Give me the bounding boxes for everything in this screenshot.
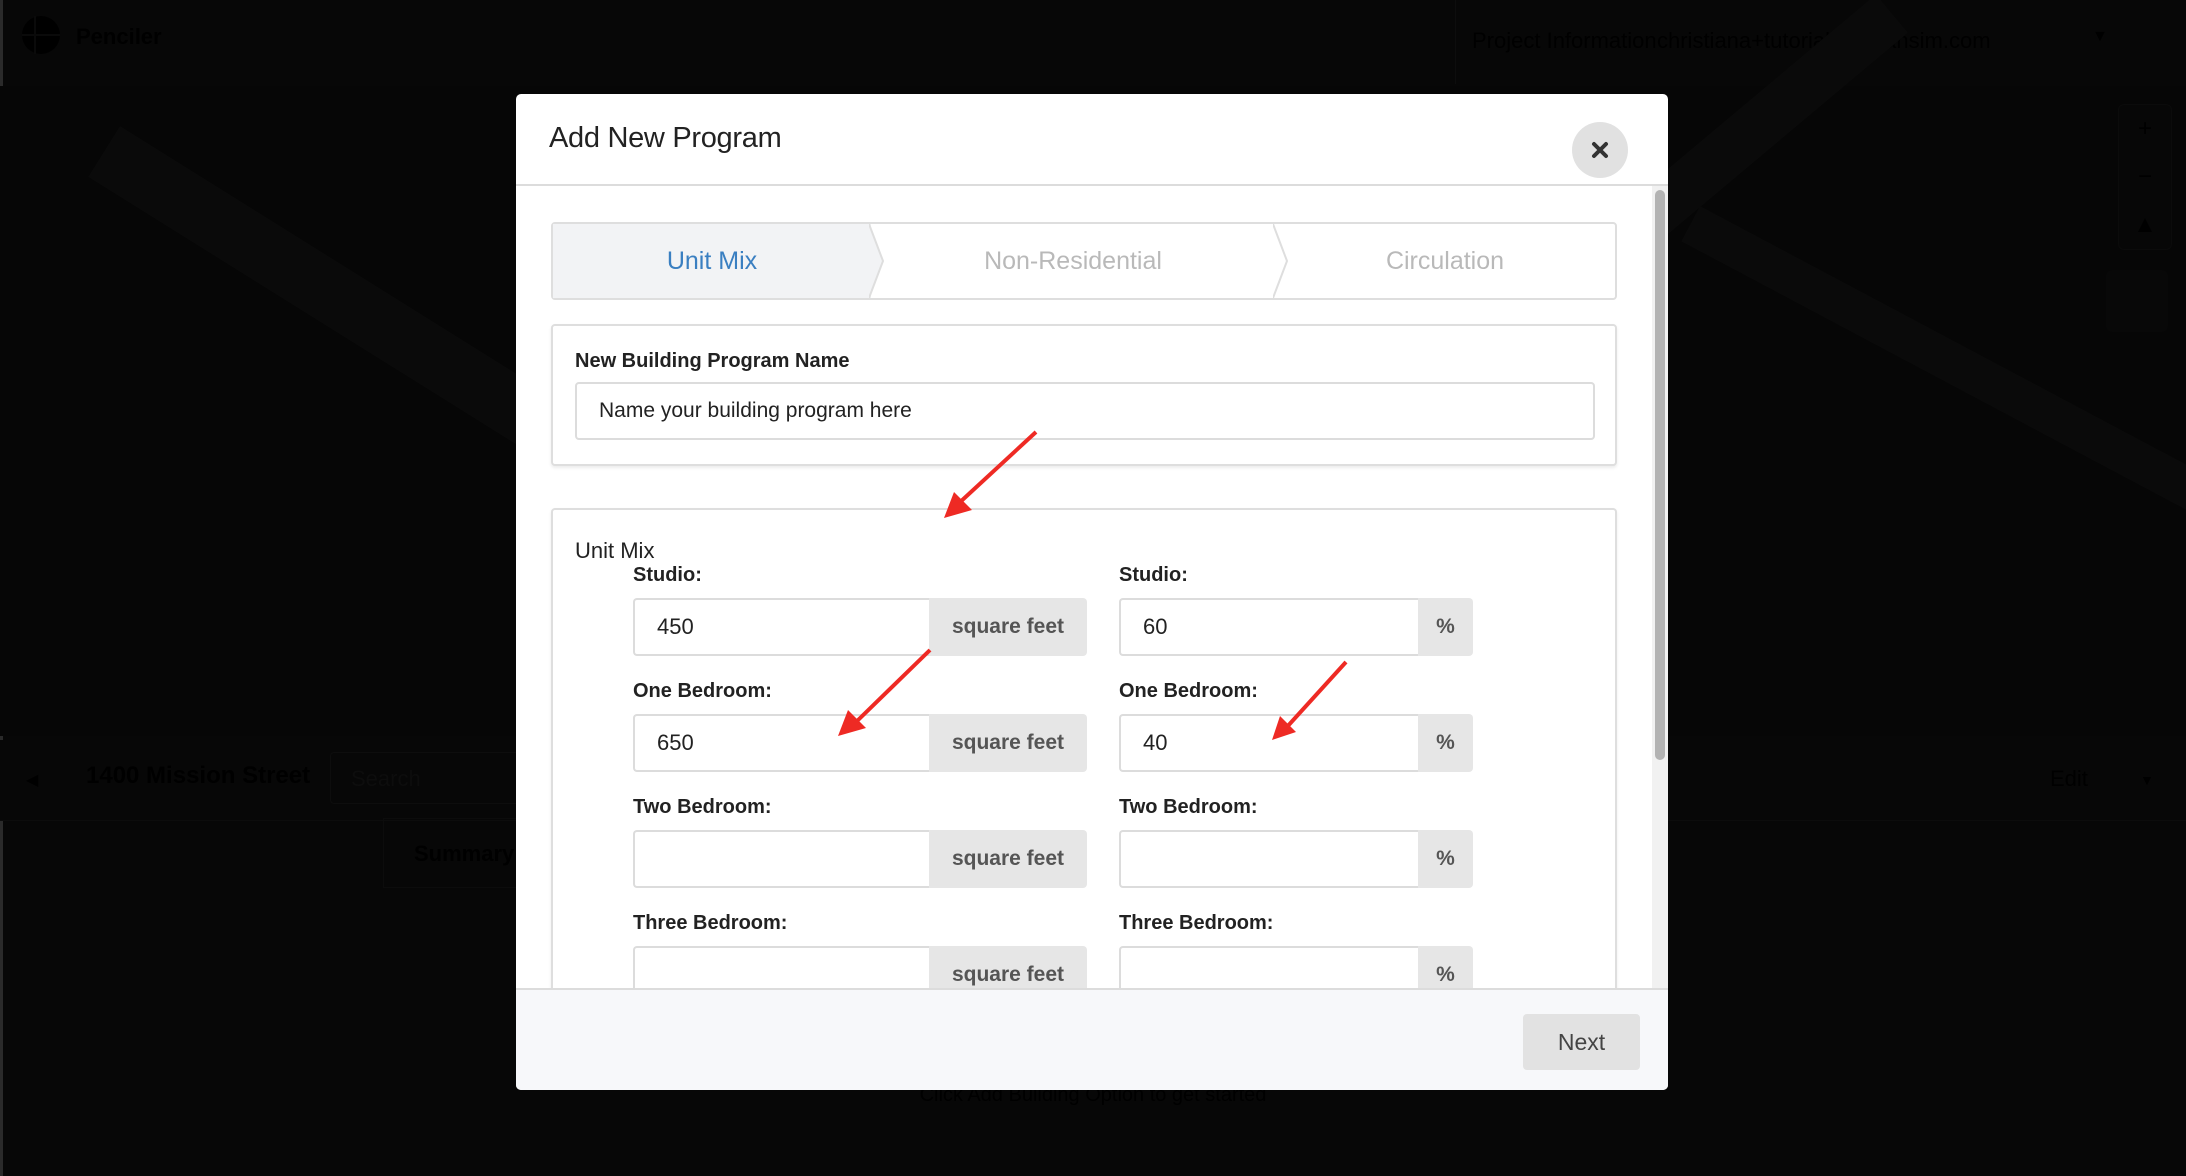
- tab-label: Unit Mix: [666, 246, 758, 275]
- program-name-card: New Building Program Name: [551, 324, 1617, 466]
- percent-addon: %: [1418, 598, 1473, 656]
- layers-icon[interactable]: [2106, 270, 2168, 332]
- percent-addon: %: [1418, 714, 1473, 772]
- search-input[interactable]: Search: [330, 752, 530, 804]
- one-bedroom-size-group: square feet: [633, 714, 1087, 772]
- square-feet-addon: square feet: [929, 946, 1087, 988]
- tab-label: Circulation: [1385, 246, 1505, 275]
- studio-percent-group: %: [1119, 598, 1473, 656]
- project-information-menu[interactable]: Project Information: [1472, 28, 1657, 54]
- tab-non-residential[interactable]: Non-Residential: [871, 224, 1289, 298]
- tab-circulation[interactable]: Circulation: [1275, 224, 1615, 298]
- two-bedroom-percent-group: %: [1119, 830, 1473, 888]
- two-bedroom-percent-input[interactable]: [1119, 830, 1418, 888]
- two-bedroom-size-label: Two Bedroom:: [633, 796, 772, 818]
- modal-header: Add New Program: [516, 94, 1668, 186]
- three-bedroom-size-input[interactable]: [633, 946, 929, 988]
- close-icon: [1592, 142, 1608, 158]
- app-logo-icon: [22, 16, 60, 54]
- zoom-out-icon[interactable]: −: [2119, 153, 2171, 201]
- modal-scrollbar[interactable]: [1652, 186, 1668, 988]
- program-name-input[interactable]: [575, 382, 1595, 440]
- chevron-down-icon[interactable]: ▼: [2140, 772, 2154, 788]
- one-bedroom-size-label: One Bedroom:: [633, 680, 772, 702]
- tab-unit-mix[interactable]: Unit Mix: [553, 224, 885, 298]
- one-bedroom-percent-group: %: [1119, 714, 1473, 772]
- compass-icon[interactable]: ▲: [2119, 201, 2171, 249]
- three-bedroom-percent-label: Three Bedroom:: [1119, 912, 1274, 934]
- one-bedroom-percent-input[interactable]: [1119, 714, 1418, 772]
- nav-divider: [1455, 0, 1456, 84]
- add-new-program-modal: Add New Program Unit Mix Non-Residential: [516, 94, 1668, 1090]
- square-feet-addon: square feet: [929, 830, 1087, 888]
- step-tabs: Unit Mix Non-Residential Circulation: [551, 222, 1617, 300]
- studio-size-input[interactable]: [633, 598, 929, 656]
- scrollbar-thumb[interactable]: [1655, 190, 1665, 760]
- studio-size-label: Studio:: [633, 564, 702, 586]
- unit-mix-card: Unit Mix Studio: Studio: square feet % O…: [551, 508, 1617, 988]
- project-address: 1400 Mission Street: [86, 762, 311, 789]
- modal-title: Add New Program: [549, 122, 782, 154]
- tab-chevron: [869, 224, 885, 298]
- zoom-in-icon[interactable]: +: [2119, 105, 2171, 153]
- back-arrow-icon[interactable]: ◀: [26, 770, 38, 790]
- one-bedroom-size-input[interactable]: [633, 714, 929, 772]
- close-button[interactable]: [1572, 122, 1628, 178]
- one-bedroom-percent-label: One Bedroom:: [1119, 680, 1258, 702]
- studio-percent-label: Studio:: [1119, 564, 1188, 586]
- map-zoom-controls: + − ▲: [2118, 104, 2172, 250]
- two-bedroom-size-group: square feet: [633, 830, 1087, 888]
- modal-body: Unit Mix Non-Residential Circulation New…: [516, 186, 1652, 988]
- two-bedroom-size-input[interactable]: [633, 830, 929, 888]
- next-button[interactable]: Next: [1523, 1014, 1640, 1070]
- three-bedroom-size-label: Three Bedroom:: [633, 912, 788, 934]
- percent-addon: %: [1418, 946, 1473, 988]
- square-feet-addon: square feet: [929, 598, 1087, 656]
- tab-chevron: [1273, 224, 1289, 298]
- three-bedroom-percent-group: %: [1119, 946, 1473, 988]
- three-bedroom-size-group: square feet: [633, 946, 1087, 988]
- studio-size-group: square feet: [633, 598, 1087, 656]
- tab-label: Non-Residential: [984, 246, 1162, 275]
- two-bedroom-percent-label: Two Bedroom:: [1119, 796, 1258, 818]
- edit-menu[interactable]: Edit: [2050, 766, 2088, 792]
- studio-percent-input[interactable]: [1119, 598, 1418, 656]
- program-name-label: New Building Program Name: [575, 350, 850, 372]
- chevron-down-icon[interactable]: ▼: [2092, 28, 2108, 46]
- three-bedroom-percent-input[interactable]: [1119, 946, 1418, 988]
- unit-mix-title: Unit Mix: [575, 538, 655, 563]
- square-feet-addon: square feet: [929, 714, 1087, 772]
- modal-footer: Next: [516, 988, 1668, 1090]
- percent-addon: %: [1418, 830, 1473, 888]
- app-name: Penciler: [76, 24, 162, 49]
- map-road: [1681, 206, 2186, 524]
